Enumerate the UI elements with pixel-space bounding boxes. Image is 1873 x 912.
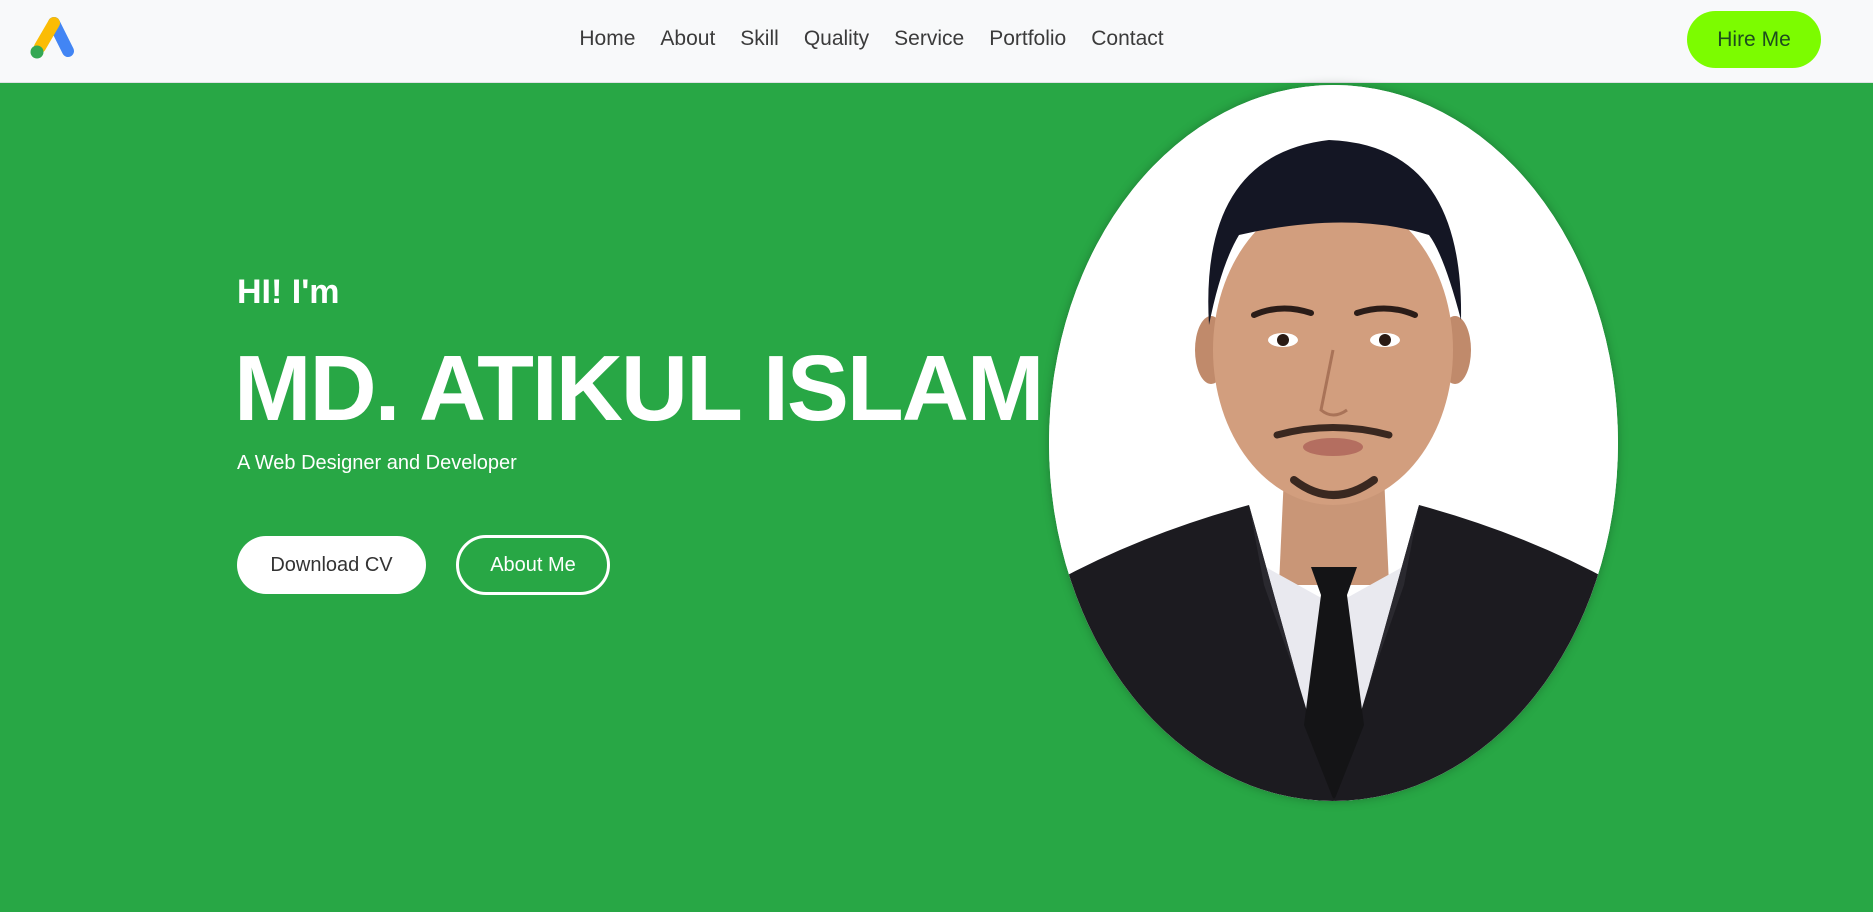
- main-nav: Home About Skill Quality Service Portfol…: [0, 0, 1873, 78]
- profile-photo: [1049, 85, 1618, 801]
- about-me-button[interactable]: About Me: [456, 535, 610, 595]
- nav-link-service[interactable]: Service: [894, 27, 964, 51]
- nav-link-skill[interactable]: Skill: [740, 27, 779, 51]
- nav-link-contact[interactable]: Contact: [1091, 27, 1163, 51]
- hero-name: MD. ATIKUL ISLAM: [234, 336, 1044, 440]
- nav-link-portfolio[interactable]: Portfolio: [989, 27, 1066, 51]
- nav-link-about[interactable]: About: [660, 27, 715, 51]
- hero-greeting: HI! I'm: [237, 273, 340, 311]
- navbar: Home About Skill Quality Service Portfol…: [0, 0, 1873, 83]
- hire-me-button[interactable]: Hire Me: [1687, 11, 1821, 68]
- nav-link-home[interactable]: Home: [579, 27, 635, 51]
- hero-subtitle: A Web Designer and Developer: [237, 452, 517, 474]
- download-cv-button[interactable]: Download CV: [237, 536, 426, 594]
- nav-link-quality[interactable]: Quality: [804, 27, 869, 51]
